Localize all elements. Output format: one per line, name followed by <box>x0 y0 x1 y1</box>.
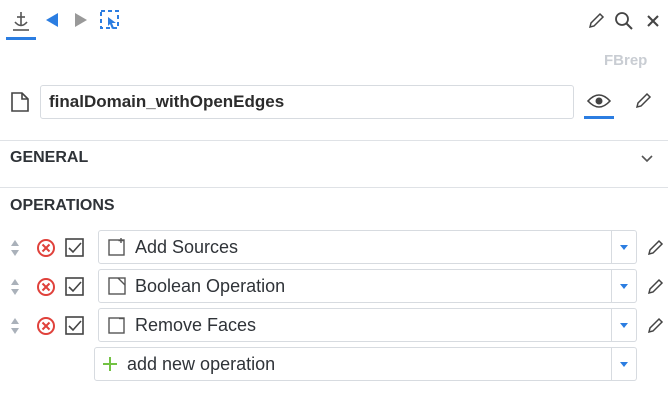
reorder-handle-icon[interactable] <box>8 238 22 258</box>
active-tab-indicator <box>6 37 36 40</box>
remove-operation-icon[interactable] <box>35 276 57 298</box>
operation-label: Boolean Operation <box>135 275 286 296</box>
section-operations-title: OPERATIONS <box>10 197 115 214</box>
add-operation-dropdown[interactable] <box>611 348 636 380</box>
enable-checkbox-icon[interactable] <box>63 237 87 259</box>
remove-faces-icon <box>107 315 127 335</box>
back-arrow-icon[interactable] <box>42 10 62 30</box>
edit-operation-pencil-icon[interactable] <box>644 237 666 259</box>
divider <box>0 140 668 141</box>
operation-field[interactable]: Boolean Operation <box>98 269 637 303</box>
operation-row: Remove Faces <box>0 308 668 344</box>
operation-field[interactable]: Remove Faces <box>98 308 637 342</box>
type-badge: FBrep <box>604 52 648 69</box>
document-icon <box>8 90 32 114</box>
section-general-title[interactable]: GENERAL <box>10 149 88 167</box>
enable-checkbox-icon[interactable] <box>63 276 87 298</box>
reorder-handle-icon[interactable] <box>8 316 22 336</box>
reorder-handle-icon[interactable] <box>8 277 22 297</box>
select-region-icon[interactable] <box>98 8 122 32</box>
remove-operation-icon[interactable] <box>35 315 57 337</box>
forward-arrow-icon[interactable] <box>71 10 91 30</box>
add-new-operation-label: add new operation <box>127 353 276 374</box>
enable-checkbox-icon[interactable] <box>63 315 87 337</box>
anchor-icon[interactable] <box>8 8 34 34</box>
edit-name-pencil-icon[interactable] <box>632 90 654 112</box>
boolean-operation-icon <box>107 276 127 296</box>
pencil-icon[interactable] <box>585 10 607 32</box>
operation-dropdown[interactable] <box>611 309 636 341</box>
operation-label: Add Sources <box>135 236 239 257</box>
search-icon[interactable] <box>612 9 636 33</box>
visibility-eye-icon[interactable] <box>584 88 614 114</box>
operation-dropdown[interactable] <box>611 270 636 302</box>
operation-dropdown[interactable] <box>611 231 636 263</box>
close-icon[interactable] <box>643 11 663 31</box>
edit-operation-pencil-icon[interactable] <box>644 315 666 337</box>
operation-field[interactable]: Add Sources <box>98 230 637 264</box>
add-new-operation-field[interactable]: add new operation <box>94 347 637 381</box>
remove-operation-icon[interactable] <box>35 237 57 259</box>
operation-row: Boolean Operation <box>0 269 668 305</box>
edit-operation-pencil-icon[interactable] <box>644 276 666 298</box>
chevron-down-icon[interactable] <box>638 150 656 168</box>
visibility-active-indicator <box>584 116 614 119</box>
top-toolbar <box>0 0 668 44</box>
operation-row: Add Sources <box>0 230 668 266</box>
operation-label: Remove Faces <box>135 314 257 335</box>
add-sources-icon <box>107 237 127 257</box>
object-name-field[interactable]: finalDomain_withOpenEdges <box>40 85 574 119</box>
add-plus-icon <box>101 355 119 373</box>
divider <box>0 187 668 188</box>
